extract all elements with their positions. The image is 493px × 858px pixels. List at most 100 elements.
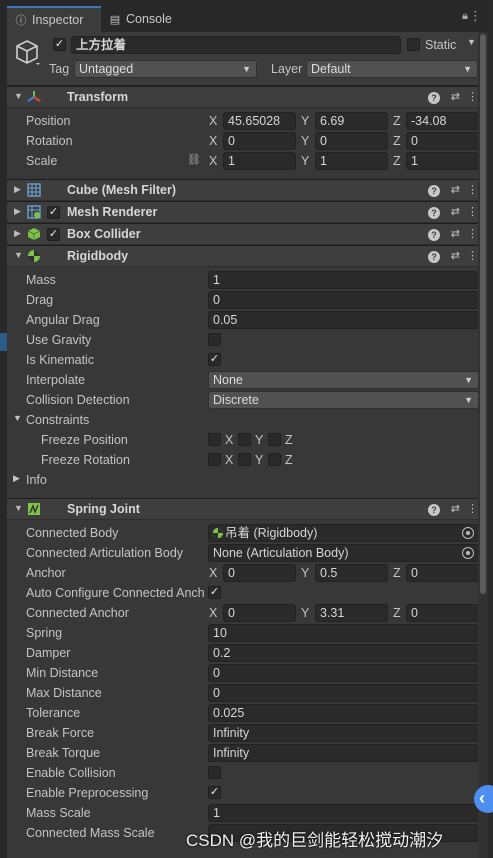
kebab-menu-icon[interactable]: ⋮ bbox=[467, 205, 478, 218]
scale-z-field[interactable]: 1 bbox=[406, 152, 479, 170]
tag-dropdown[interactable]: Untagged ▼ bbox=[74, 60, 257, 78]
fold-closed-icon[interactable]: ▶ bbox=[14, 206, 21, 217]
fold-closed-icon[interactable]: ▶ bbox=[13, 473, 20, 484]
connected-anchor-y-field[interactable]: 3.31 bbox=[315, 604, 388, 622]
is-kinematic-checkbox[interactable]: ✓ bbox=[208, 353, 221, 366]
position-x-field[interactable]: 45.65028 bbox=[223, 112, 296, 130]
kebab-menu-icon[interactable]: ⋮ bbox=[467, 502, 478, 515]
scrollbar-thumb[interactable] bbox=[480, 34, 486, 594]
static-checkbox[interactable] bbox=[407, 38, 420, 51]
x-label[interactable]: X bbox=[209, 114, 217, 128]
connected-body-field[interactable]: 吊着 (Rigidbody) bbox=[208, 524, 479, 542]
vertical-scrollbar[interactable] bbox=[478, 32, 488, 858]
x-label[interactable]: X bbox=[209, 134, 217, 148]
layer-dropdown[interactable]: Default ▼ bbox=[306, 60, 478, 78]
preset-icon[interactable]: ⇄ bbox=[451, 502, 460, 515]
y-label[interactable]: Y bbox=[301, 154, 309, 168]
rotation-y-field[interactable]: 0 bbox=[315, 132, 388, 150]
freeze-position-z-checkbox[interactable] bbox=[268, 433, 281, 446]
z-label[interactable]: Z bbox=[393, 606, 401, 620]
help-icon[interactable]: ? bbox=[428, 229, 440, 241]
connected-anchor-x-field[interactable]: 0 bbox=[223, 604, 296, 622]
angular-drag-field[interactable]: 0.05 bbox=[208, 311, 479, 329]
scale-x-field[interactable]: 1 bbox=[223, 152, 296, 170]
box-collider-enabled-checkbox[interactable]: ✓ bbox=[47, 228, 60, 241]
kebab-menu-icon[interactable]: ⋮ bbox=[467, 90, 478, 103]
anchor-z-field[interactable]: 0 bbox=[406, 564, 479, 582]
spring-field[interactable]: 10 bbox=[208, 624, 479, 642]
constraints-label[interactable]: Constraints bbox=[26, 413, 89, 427]
help-icon[interactable]: ? bbox=[428, 207, 440, 219]
gameobject-cube-icon[interactable] bbox=[14, 39, 40, 65]
x-label[interactable]: X bbox=[209, 566, 217, 580]
z-label[interactable]: Z bbox=[393, 566, 401, 580]
freeze-rotation-x-checkbox[interactable] bbox=[208, 453, 221, 466]
z-label[interactable]: Z bbox=[393, 114, 401, 128]
break-force-field[interactable]: Infinity bbox=[208, 724, 479, 742]
static-dropdown-icon[interactable]: ▼ bbox=[467, 37, 476, 47]
collision-detection-dropdown[interactable]: Discrete ▼ bbox=[208, 391, 479, 409]
preset-icon[interactable]: ⇄ bbox=[451, 227, 460, 240]
anchor-x-field[interactable]: 0 bbox=[223, 564, 296, 582]
help-icon[interactable]: ? bbox=[428, 92, 440, 104]
preset-icon[interactable]: ⇄ bbox=[451, 205, 460, 218]
object-name-field[interactable]: 上方拉着 bbox=[71, 36, 401, 54]
fold-closed-icon[interactable]: ▶ bbox=[14, 228, 21, 239]
position-y-field[interactable]: 6.69 bbox=[315, 112, 388, 130]
interpolate-dropdown[interactable]: None ▼ bbox=[208, 371, 479, 389]
y-label[interactable]: Y bbox=[301, 566, 309, 580]
rigidbody-header[interactable]: ▼ Rigidbody ? ⇄ ⋮ bbox=[7, 245, 488, 267]
min-distance-field[interactable]: 0 bbox=[208, 664, 479, 682]
drag-field[interactable]: 0 bbox=[208, 291, 479, 309]
tolerance-field[interactable]: 0.025 bbox=[208, 704, 479, 722]
y-label[interactable]: Y bbox=[301, 114, 309, 128]
freeze-position-y-checkbox[interactable] bbox=[238, 433, 251, 446]
link-icon[interactable]: ⛓ bbox=[187, 153, 201, 166]
preset-icon[interactable]: ⇄ bbox=[451, 249, 460, 262]
connected-articulation-field[interactable]: None (Articulation Body) bbox=[208, 544, 479, 562]
help-icon[interactable]: ? bbox=[428, 251, 440, 263]
break-torque-field[interactable]: Infinity bbox=[208, 744, 479, 762]
kebab-menu-icon[interactable]: ⋮ bbox=[467, 227, 478, 240]
preset-icon[interactable]: ⇄ bbox=[451, 183, 460, 196]
object-picker-icon[interactable] bbox=[462, 527, 474, 539]
x-label[interactable]: X bbox=[209, 154, 217, 168]
z-label[interactable]: Z bbox=[393, 134, 401, 148]
x-label[interactable]: X bbox=[209, 606, 217, 620]
freeze-rotation-y-checkbox[interactable] bbox=[238, 453, 251, 466]
fold-open-icon[interactable]: ▼ bbox=[14, 250, 23, 260]
help-icon[interactable]: ? bbox=[428, 504, 440, 516]
enable-preprocessing-checkbox[interactable]: ✓ bbox=[208, 786, 221, 799]
fold-open-icon[interactable]: ▼ bbox=[14, 503, 23, 513]
lock-icon[interactable]: 🔒︎ bbox=[462, 10, 468, 23]
rotation-z-field[interactable]: 0 bbox=[406, 132, 479, 150]
mesh-renderer-enabled-checkbox[interactable]: ✓ bbox=[47, 206, 60, 219]
preset-icon[interactable]: ⇄ bbox=[451, 90, 460, 103]
kebab-menu-icon[interactable]: ⋮ bbox=[467, 183, 478, 196]
z-label[interactable]: Z bbox=[393, 154, 401, 168]
mass-scale-field[interactable]: 1 bbox=[208, 804, 479, 822]
kebab-menu-icon[interactable]: ⋮ bbox=[467, 249, 478, 262]
scale-y-field[interactable]: 1 bbox=[315, 152, 388, 170]
rotation-x-field[interactable]: 0 bbox=[223, 132, 296, 150]
tab-inspector[interactable]: ⓘ Inspector bbox=[7, 6, 101, 32]
transform-header[interactable]: ▼ Transform ? ⇄ ⋮ bbox=[7, 86, 488, 108]
freeze-position-x-checkbox[interactable] bbox=[208, 433, 221, 446]
active-checkbox[interactable]: ✓ bbox=[53, 38, 66, 51]
mass-field[interactable]: 1 bbox=[208, 271, 479, 289]
spring-joint-header[interactable]: ▼ Spring Joint ? ⇄ ⋮ bbox=[7, 498, 488, 520]
enable-collision-checkbox[interactable] bbox=[208, 766, 221, 779]
box-collider-header[interactable]: ▶ ✓ Box Collider ? ⇄ ⋮ bbox=[7, 223, 488, 245]
fold-open-icon[interactable]: ▼ bbox=[14, 91, 23, 101]
mesh-renderer-header[interactable]: ▶ ✓ Mesh Renderer ? ⇄ ⋮ bbox=[7, 201, 488, 223]
kebab-menu-icon[interactable]: ⋮ bbox=[469, 8, 482, 24]
fold-open-icon[interactable]: ▼ bbox=[13, 413, 22, 423]
help-icon[interactable]: ? bbox=[428, 185, 440, 197]
tab-console[interactable]: ▤ Console bbox=[101, 6, 191, 32]
y-label[interactable]: Y bbox=[301, 606, 309, 620]
freeze-rotation-z-checkbox[interactable] bbox=[268, 453, 281, 466]
mesh-filter-header[interactable]: ▶ Cube (Mesh Filter) ? ⇄ ⋮ bbox=[7, 179, 488, 201]
fold-closed-icon[interactable]: ▶ bbox=[14, 184, 21, 195]
anchor-y-field[interactable]: 0.5 bbox=[315, 564, 388, 582]
object-picker-icon[interactable] bbox=[462, 547, 474, 559]
